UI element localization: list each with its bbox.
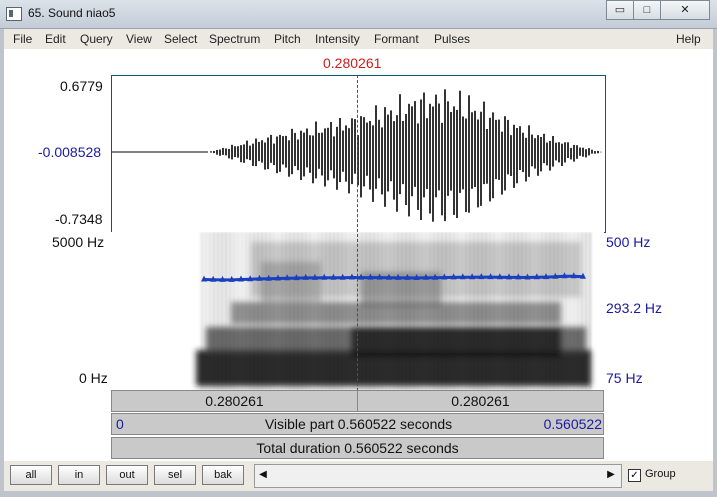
group-checkbox[interactable]: ✓ — [628, 469, 641, 482]
horizontal-scrollbar[interactable]: ◀ ▶ — [254, 464, 622, 488]
menu-formant[interactable]: Formant — [374, 32, 419, 46]
pitch-value-label: 293.2 Hz — [606, 300, 663, 316]
waveform-zero-label: -0.008528 — [38, 144, 102, 160]
spectrogram-bottom-freq: 0 Hz — [79, 370, 108, 386]
waveform-plot — [112, 89, 602, 222]
menu-spectrum[interactable]: Spectrum — [209, 32, 260, 46]
scroll-left-icon[interactable]: ◀ — [257, 467, 269, 483]
scroll-right-icon[interactable]: ▶ — [605, 467, 617, 483]
cursor-time-label: 0.280261 — [323, 55, 382, 71]
menu-query[interactable]: Query — [80, 32, 113, 46]
menu-view[interactable]: View — [126, 32, 152, 46]
title-bar: 65. Sound niao5 ▭ □ ✕ — [0, 0, 717, 29]
waveform-panel[interactable] — [111, 75, 606, 233]
window-title: 65. Sound niao5 — [28, 6, 116, 20]
left-segment-button[interactable]: 0.280261 — [112, 391, 358, 411]
spectrogram-top-freq: 5000 Hz — [52, 234, 105, 250]
menu-intensity[interactable]: Intensity — [315, 32, 360, 46]
bottom-toolbar: all in out sel bak ◀ ▶ ✓ Group — [4, 461, 713, 491]
menu-pulses[interactable]: Pulses — [434, 32, 470, 46]
zoom-selection-button[interactable]: sel — [154, 465, 196, 485]
waveform-max-label: 0.6779 — [60, 78, 103, 94]
waveform-min-label: -0.7348 — [55, 211, 103, 227]
menu-file[interactable]: File — [13, 32, 32, 46]
menu-pitch[interactable]: Pitch — [274, 32, 301, 46]
app-icon — [6, 7, 22, 21]
visible-part-bar[interactable]: 0 Visible part 0.560522 seconds 0.560522 — [111, 413, 604, 435]
total-duration-bar[interactable]: Total duration 0.560522 seconds — [111, 437, 604, 459]
visible-start-label: 0 — [116, 416, 124, 432]
zoom-back-button[interactable]: bak — [202, 465, 244, 485]
zoom-all-button[interactable]: all — [10, 465, 52, 485]
time-cursor[interactable] — [357, 75, 358, 391]
menu-help[interactable]: Help — [676, 32, 701, 46]
close-button[interactable]: ✕ — [660, 0, 710, 20]
menu-select[interactable]: Select — [164, 32, 197, 46]
visible-end-label: 0.560522 — [543, 416, 602, 432]
segment-bar: 0.280261 0.280261 — [111, 390, 604, 412]
zoom-in-button[interactable]: in — [58, 465, 100, 485]
waveform-signal — [210, 89, 602, 222]
total-duration-label: Total duration 0.560522 seconds — [256, 440, 459, 456]
pitch-top-label: 500 Hz — [606, 234, 651, 250]
maximize-button[interactable]: □ — [633, 0, 661, 20]
group-label: Group — [645, 468, 676, 480]
right-segment-button[interactable]: 0.280261 — [358, 391, 603, 411]
zoom-out-button[interactable]: out — [106, 465, 148, 485]
menu-bar: File Edit Query View Select Spectrum Pit… — [4, 29, 713, 49]
menu-edit[interactable]: Edit — [45, 32, 66, 46]
minimize-button[interactable]: ▭ — [606, 0, 634, 20]
pitch-bottom-label: 75 Hz — [606, 370, 643, 386]
visible-part-label: Visible part 0.560522 seconds — [264, 416, 453, 432]
